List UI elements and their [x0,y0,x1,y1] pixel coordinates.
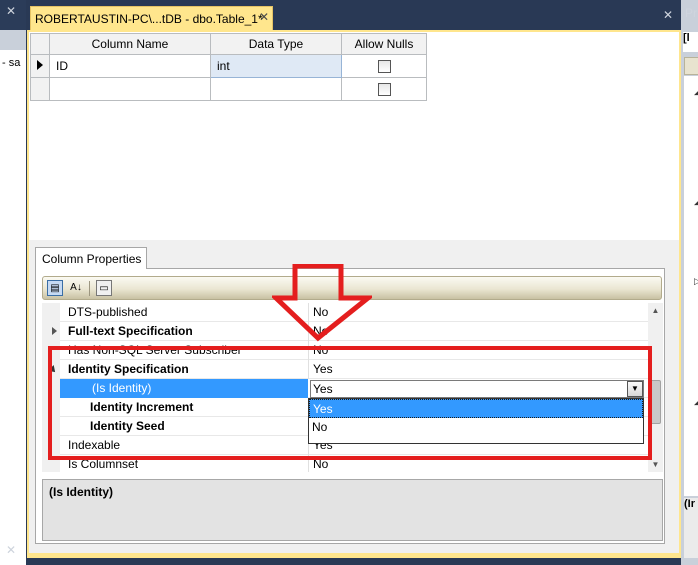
collapse-triangle-icon[interactable]: ◢ [694,86,698,97]
current-row-arrow-icon [37,60,43,70]
close-icon[interactable]: ✕ [663,8,673,22]
annotation-highlight-box [48,346,652,460]
allow-nulls-checkbox[interactable] [377,60,391,74]
row-selector[interactable] [30,54,50,78]
tab-column-properties[interactable]: Column Properties [35,247,147,269]
close-icon[interactable]: ✕ [6,543,16,557]
document-tab[interactable]: ROBERTAUSTIN-PC\...tDB - dbo.Table_1* ✕ [30,6,273,30]
document-tab-title: ROBERTAUSTIN-PC\...tDB - dbo.Table_1* [35,12,263,26]
close-icon[interactable]: ✕ [6,4,16,18]
property-description-pane: (Is Identity) [42,479,663,541]
column-header-name[interactable]: Column Name [49,33,211,55]
collapse-triangle-icon[interactable]: ◢ [694,396,698,407]
close-icon[interactable]: ✕ [259,10,269,24]
properties-toolbar-icon[interactable] [684,57,698,75]
allow-nulls-checkbox[interactable] [377,83,391,97]
property-name: DTS-published [68,305,148,319]
annotation-arrow-shape [272,264,372,342]
allow-nulls-cell[interactable] [341,54,427,78]
column-header-nulls[interactable]: Allow Nulls [341,33,427,55]
solution-explorer-item[interactable]: - sa [2,57,20,69]
property-gutter [42,322,60,341]
row-selector[interactable] [30,77,50,101]
property-description-title: (Is Identity) [49,485,114,499]
annotation-arrow-icon [272,264,372,342]
column-grid-header: Column Name Data Type Allow Nulls [30,33,427,55]
property-name: Full-text Specification [68,324,193,338]
column-grid: Column Name Data Type Allow Nulls ID int [30,33,427,101]
sort-alphabetical-icon[interactable]: A↓ [68,280,84,296]
row-selector-header[interactable] [30,33,50,55]
column-name-cell[interactable] [49,77,211,101]
allow-nulls-cell[interactable] [341,77,427,101]
properties-window-title: Pr [685,6,697,20]
scroll-up-icon[interactable]: ▲ [648,303,663,318]
solution-explorer-tab[interactable] [0,30,26,50]
expand-triangle-icon[interactable]: ▷ [694,276,698,287]
solution-explorer-fragment [0,0,26,565]
table-row[interactable] [30,77,427,101]
table-row[interactable]: ID int [30,54,427,78]
column-name-cell[interactable]: ID [49,54,211,78]
property-gutter [42,303,60,322]
collapse-triangle-icon[interactable]: ◢ [694,196,698,207]
expand-arrow-icon[interactable] [52,327,57,335]
data-type-cell[interactable]: int [210,54,342,78]
properties-object-selector[interactable]: [l [683,32,698,52]
column-header-type[interactable]: Data Type [210,33,342,55]
categorized-view-icon[interactable]: ▤ [47,280,63,296]
properties-description-fragment: (Ir [684,498,698,558]
property-pages-icon[interactable]: ▭ [96,280,112,296]
data-type-cell[interactable] [210,77,342,101]
toolbar-separator [89,281,90,296]
